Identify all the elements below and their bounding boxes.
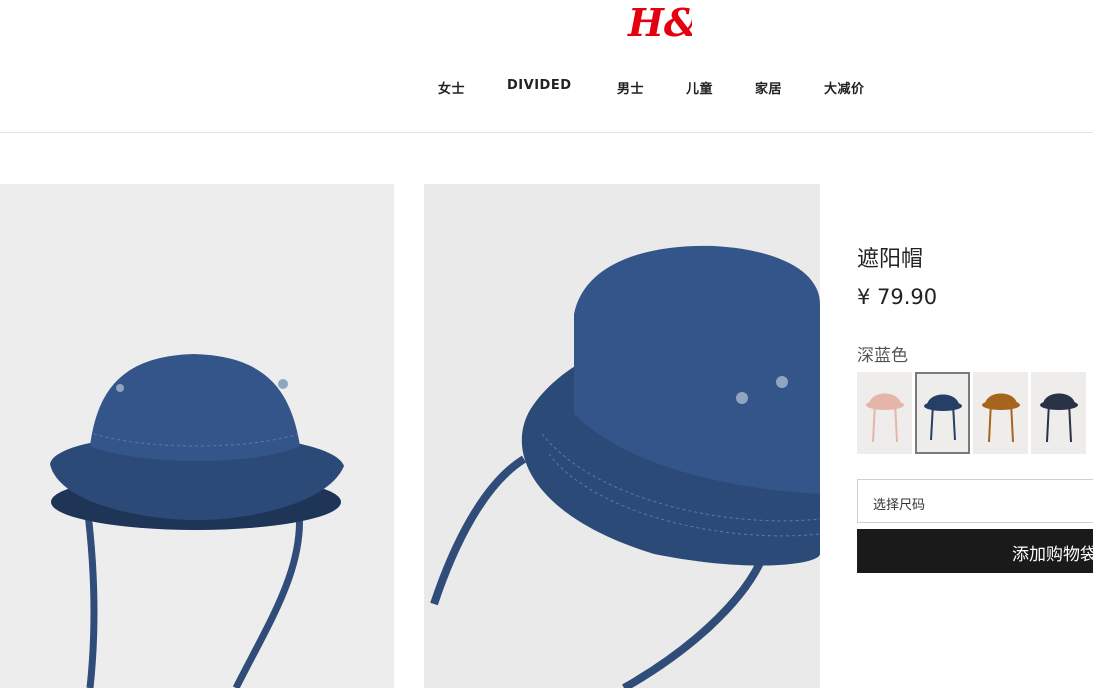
size-select-placeholder: 选择尺码 (873, 498, 926, 513)
product-price: ¥ 79.90 (857, 285, 938, 309)
product-image-front[interactable] (0, 184, 394, 688)
nav-item-women[interactable]: 女士 (438, 78, 465, 97)
nav-item-sale[interactable]: 大减价 (824, 78, 865, 97)
selected-color-label: 深蓝色 (857, 346, 908, 366)
nav-item-kids[interactable]: 儿童 (686, 78, 713, 97)
add-to-bag-label: 添加购物袋 (1012, 545, 1093, 565)
add-to-bag-button[interactable]: 添加购物袋 (857, 529, 1093, 573)
hm-logo-text: H&M (627, 0, 692, 44)
product-title: 遮阳帽 (857, 247, 924, 272)
header-divider (0, 132, 1093, 133)
nav-item-divided[interactable]: DIVIDED (507, 78, 572, 93)
nav-item-home[interactable]: 家居 (755, 78, 782, 97)
nav-item-men[interactable]: 男士 (617, 78, 644, 97)
color-swatch-pink[interactable] (857, 372, 912, 454)
color-swatch-navy[interactable] (915, 372, 970, 454)
color-swatch-dark-navy[interactable] (1031, 372, 1086, 454)
color-swatch-brown[interactable] (973, 372, 1028, 454)
size-select[interactable]: 选择尺码 (857, 479, 1093, 523)
main-nav: 女士 DIVIDED 男士 儿童 家居 大减价 (0, 78, 1093, 98)
hm-logo[interactable]: H&M (626, 0, 692, 44)
product-image-detail[interactable] (424, 184, 820, 688)
